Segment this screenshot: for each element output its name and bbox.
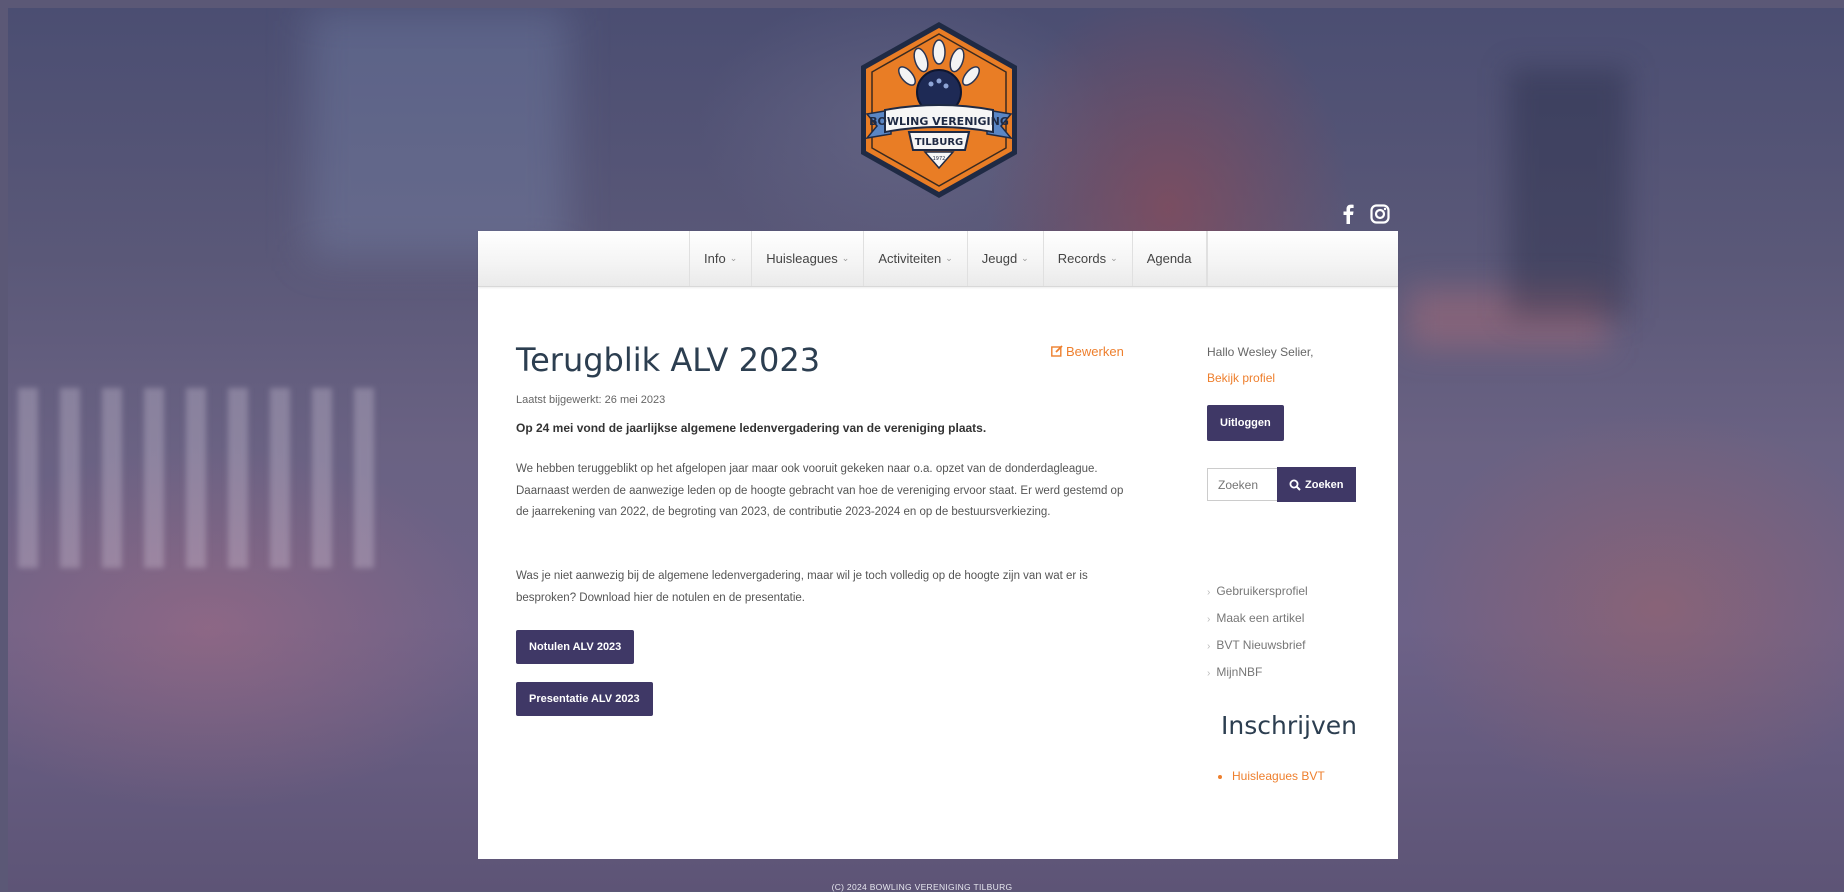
- svg-text:1972: 1972: [933, 156, 946, 162]
- search-button-label: Zoeken: [1305, 478, 1344, 491]
- signup-list: Huisleagues BVT: [1221, 769, 1325, 783]
- notulen-button[interactable]: Notulen ALV 2023: [516, 630, 635, 664]
- content-panel: Info ⌄ Huisleagues ⌄ Activiteiten ⌄ Jeugd ⌄ …: [478, 231, 1398, 859]
- article-paragraph: Was je niet aanwezig bij de algemene led…: [516, 570, 1088, 604]
- search-form: Zoeken: [1207, 467, 1356, 502]
- nav-item-records[interactable]: Records ⌄: [1044, 231, 1133, 286]
- nav-item-label: Huisleagues: [766, 251, 838, 266]
- page-title: Terugblik ALV 2023: [516, 341, 821, 379]
- user-menu: › Gebruikersprofiel › Maak een artikel › BV…: [1207, 584, 1308, 692]
- facebook-icon[interactable]: [1336, 202, 1360, 226]
- menu-item-mijnnbf[interactable]: › MijnNBF: [1207, 665, 1308, 692]
- chevron-right-icon: ›: [1207, 587, 1211, 598]
- menu-item-label: MijnNBF: [1216, 665, 1263, 679]
- nav-item-jeugd[interactable]: Jeugd ⌄: [968, 231, 1044, 286]
- article-paragraph: We hebben teruggeblikt op het afgelopen …: [516, 463, 1124, 518]
- logout-button[interactable]: Uitloggen: [1207, 405, 1284, 441]
- view-profile-link[interactable]: Bekijk profiel: [1207, 371, 1275, 385]
- nav-item-spacer: [1206, 231, 1208, 286]
- chevron-down-icon: ⌄: [841, 253, 850, 263]
- svg-text:TILBURG: TILBURG: [915, 137, 964, 148]
- chevron-right-icon: ›: [1207, 668, 1211, 679]
- edit-link[interactable]: Bewerken: [1051, 344, 1124, 359]
- menu-item-nieuwsbrief[interactable]: › BVT Nieuwsbrief: [1207, 638, 1308, 665]
- search-input[interactable]: [1207, 468, 1277, 501]
- edit-label: Bewerken: [1066, 344, 1124, 359]
- presentatie-button[interactable]: Presentatie ALV 2023: [516, 682, 653, 716]
- search-icon: [1289, 479, 1301, 491]
- chevron-right-icon: ›: [1207, 641, 1211, 652]
- user-greeting: Hallo Wesley Selier,: [1207, 345, 1314, 359]
- menu-item-label: Maak een artikel: [1216, 611, 1305, 625]
- nav-item-agenda[interactable]: Agenda: [1133, 231, 1207, 286]
- signup-link-huisleagues[interactable]: Huisleagues BVT: [1232, 769, 1325, 783]
- site-logo[interactable]: BOWLING VERENIGING TILBURG 1972: [847, 18, 1031, 202]
- nav-item-label: Info: [704, 251, 726, 266]
- chevron-down-icon: ⌄: [1021, 253, 1029, 263]
- last-updated: Laatst bijgewerkt: 26 mei 2023: [516, 394, 666, 406]
- nav-item-label: Jeugd: [981, 251, 1018, 266]
- menu-item-maak-artikel[interactable]: › Maak een artikel: [1207, 611, 1308, 638]
- svg-text:BOWLING VERENIGING: BOWLING VERENIGING: [869, 115, 1009, 128]
- instagram-icon[interactable]: [1368, 202, 1392, 226]
- chevron-right-icon: ›: [1207, 614, 1211, 625]
- chevron-down-icon: ⌄: [1110, 253, 1118, 263]
- nav-item-label: Activiteiten: [878, 251, 942, 266]
- edit-icon: [1051, 345, 1063, 357]
- chevron-down-icon: ⌄: [945, 253, 953, 263]
- signup-heading: Inschrijven: [1221, 711, 1358, 740]
- search-button[interactable]: Zoeken: [1277, 467, 1356, 502]
- background-pins: [18, 388, 378, 568]
- nav-list: Info ⌄ Huisleagues ⌄ Activiteiten ⌄ Jeugd ⌄ …: [689, 231, 1208, 286]
- nav-item-label: Agenda: [1146, 251, 1192, 266]
- article-lead: Op 24 mei vond de jaarlijkse algemene le…: [516, 421, 987, 435]
- menu-item-gebruikersprofiel[interactable]: › Gebruikersprofiel: [1207, 584, 1308, 611]
- nav-item-info[interactable]: Info ⌄: [690, 231, 753, 286]
- nav-item-activiteiten[interactable]: Activiteiten ⌄: [864, 231, 968, 286]
- chevron-down-icon: ⌄: [729, 253, 738, 263]
- nav-item-huisleagues[interactable]: Huisleagues ⌄: [752, 231, 865, 286]
- menu-item-label: Gebruikersprofiel: [1216, 584, 1308, 598]
- main-navigation: Info ⌄ Huisleagues ⌄ Activiteiten ⌄ Jeugd ⌄ …: [478, 231, 1398, 287]
- menu-item-label: BVT Nieuwsbrief: [1216, 638, 1306, 652]
- nav-item-label: Records: [1057, 251, 1107, 266]
